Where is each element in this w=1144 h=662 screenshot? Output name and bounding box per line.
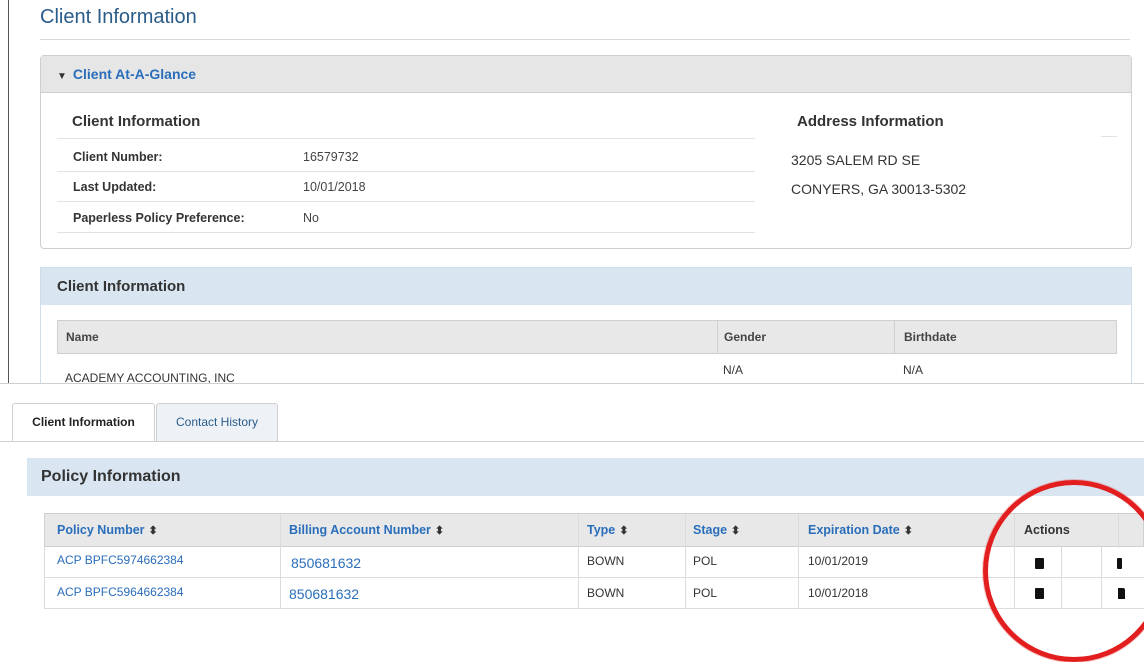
col-name: Name — [66, 330, 99, 344]
col-label: Expiration Date — [808, 523, 900, 537]
paperless-value: No — [303, 211, 319, 225]
col-birthdate: Birthdate — [904, 330, 957, 344]
divider — [57, 171, 755, 172]
sort-icon: ⬍ — [731, 525, 741, 537]
title-divider — [40, 39, 1130, 40]
glance-toggle-label: Client At-A-Glance — [72, 66, 197, 82]
table-row: ACP BPFC5964662384 850681632 BOWN POL 10… — [44, 578, 1144, 609]
address-info-subtitle: Address Information — [797, 113, 944, 130]
divider — [685, 547, 686, 578]
client-number-value: 16579732 — [303, 150, 359, 164]
policy-number-link[interactable]: ACP BPFC5974662384 — [57, 553, 184, 567]
overlay-divider — [0, 383, 1144, 384]
divider — [1101, 136, 1117, 137]
divider — [57, 232, 755, 233]
col-label: Billing Account Number — [289, 523, 431, 537]
policy-panel-title: Policy Information — [41, 468, 181, 485]
divider — [798, 547, 799, 578]
policy-table-header: Policy Number ⬍ Billing Account Number ⬍ T… — [44, 513, 1144, 548]
sort-icon: ⬍ — [619, 525, 629, 537]
sort-icon: ⬍ — [903, 525, 913, 537]
expiration-cell: 10/01/2018 — [808, 586, 869, 600]
col-label: Stage — [693, 523, 728, 537]
col-label: Type — [587, 523, 616, 537]
last-updated-value: 10/01/2018 — [303, 180, 366, 194]
client-number-label: Client Number: — [73, 150, 163, 164]
stage-cell: POL — [693, 586, 718, 600]
billing-account-link[interactable]: 850681632 — [291, 555, 361, 571]
tab-label: Client Information — [32, 415, 135, 429]
divider — [685, 578, 686, 609]
client-table-header: Name Gender Birthdate — [57, 320, 1117, 354]
tabs-divider — [0, 441, 1144, 442]
client-gender-cell: N/A — [723, 363, 744, 377]
policy-information-panel: Policy Information Policy Number ⬍ Billin… — [27, 458, 1144, 626]
tab-label: Contact History — [175, 415, 259, 429]
divider — [280, 514, 281, 548]
page-title: Client Information — [40, 6, 197, 28]
divider — [57, 201, 755, 202]
divider — [685, 514, 686, 548]
divider — [578, 547, 579, 578]
divider — [894, 321, 895, 353]
divider — [798, 514, 799, 548]
col-label: Policy Number — [57, 523, 145, 537]
type-cell: BOWN — [587, 586, 625, 600]
actions-highlight-circle — [983, 480, 1144, 662]
divider — [57, 138, 755, 139]
col-billing-account[interactable]: Billing Account Number ⬍ — [289, 523, 444, 537]
type-cell: BOWN — [587, 554, 625, 568]
divider — [280, 578, 281, 609]
policy-number-link[interactable]: ACP BPFC5964662384 — [57, 585, 184, 599]
caret-down-icon: ▼ — [57, 71, 67, 82]
col-gender: Gender — [724, 330, 767, 344]
client-panel-header: Client Information — [41, 268, 1131, 305]
address-line-1: 3205 SALEM RD SE — [791, 152, 921, 168]
tab-client-information[interactable]: Client Information — [12, 403, 155, 441]
client-information-panel: Client Information Name Gender Birthdate… — [40, 267, 1132, 389]
tab-contact-history[interactable]: Contact History — [156, 403, 278, 441]
address-line-2: CONYERS, GA 30013-5302 — [791, 181, 967, 197]
col-expiration-date[interactable]: Expiration Date ⬍ — [808, 523, 913, 537]
sort-icon: ⬍ — [434, 525, 445, 537]
stage-cell: POL — [693, 554, 718, 568]
billing-account-link[interactable]: 850681632 — [289, 586, 359, 602]
client-at-a-glance-panel: ▼ Client At-A-Glance Client Information C… — [40, 55, 1132, 249]
col-policy-number[interactable]: Policy Number ⬍ — [57, 523, 158, 537]
divider — [280, 547, 281, 578]
client-info-subtitle: Client Information — [72, 113, 201, 130]
client-birthdate-cell: N/A — [903, 363, 924, 377]
expiration-cell: 10/01/2019 — [808, 554, 869, 568]
divider — [798, 578, 799, 609]
sort-icon: ⬍ — [148, 525, 158, 537]
divider — [717, 321, 718, 353]
col-stage[interactable]: Stage ⬍ — [693, 523, 740, 537]
glance-toggle[interactable]: ▼ Client At-A-Glance — [57, 66, 196, 82]
client-panel-title: Client Information — [57, 278, 186, 295]
divider — [578, 514, 579, 548]
table-row: ACP BPFC5974662384 850681632 BOWN POL 10… — [44, 547, 1144, 578]
col-type[interactable]: Type ⬍ — [587, 523, 628, 537]
policy-panel-header: Policy Information — [27, 458, 1144, 496]
glance-panel-header[interactable]: ▼ Client At-A-Glance — [41, 56, 1131, 93]
paperless-label: Paperless Policy Preference: — [73, 211, 245, 225]
last-updated-label: Last Updated: — [73, 180, 157, 194]
divider — [578, 578, 579, 609]
